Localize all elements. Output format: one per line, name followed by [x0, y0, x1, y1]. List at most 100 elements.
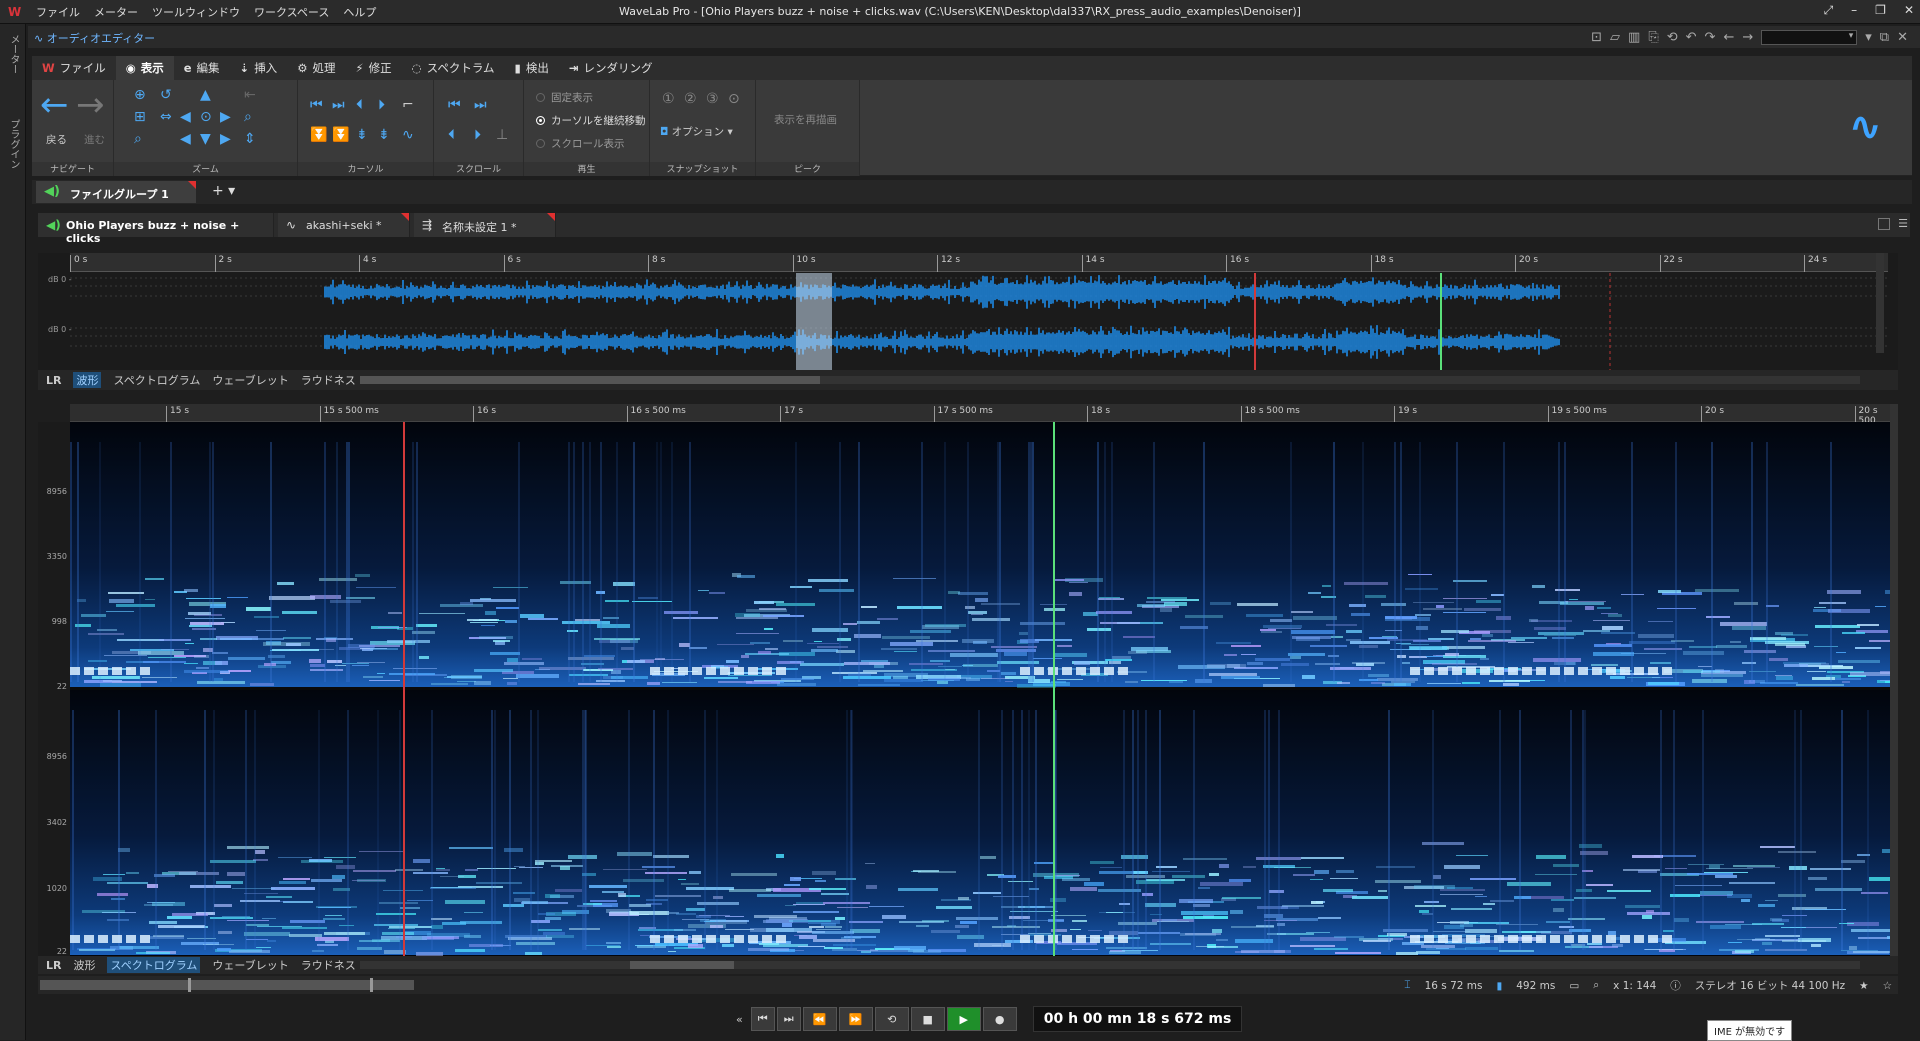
cursor-marker-icon[interactable]: ⌐: [402, 98, 414, 112]
zoom-vertical-icon[interactable]: ⇤: [244, 88, 256, 102]
selection-length[interactable]: 492 ms: [1516, 980, 1555, 992]
zoom-slider-handle[interactable]: [188, 978, 191, 992]
scroll-next-icon[interactable]: ⏵: [474, 128, 481, 142]
zoom-prev-icon[interactable]: ◀: [180, 132, 191, 146]
scroll-start-icon[interactable]: ⏮: [448, 98, 461, 112]
menu-tool-windows[interactable]: ツールウィンドウ: [152, 4, 240, 20]
lr-toggle-top[interactable]: LR: [46, 374, 61, 387]
cursor-position[interactable]: 16 s 72 ms: [1425, 980, 1483, 992]
loop-icon[interactable]: ⟲: [874, 1007, 909, 1031]
zoom-selection-icon[interactable]: ⇔: [160, 110, 172, 124]
zoom-center-icon[interactable]: ⊙: [200, 110, 212, 124]
zoom-undo-icon[interactable]: ↺: [160, 88, 172, 102]
cursor-mark2-icon[interactable]: ⇟: [378, 128, 390, 142]
zoom-magnify-icon[interactable]: ⌕: [134, 132, 142, 146]
stop-icon[interactable]: ■: [910, 1007, 945, 1031]
scroll-lock-icon[interactable]: ⊥: [496, 128, 508, 142]
favorite-star-icon[interactable]: ☆: [1883, 980, 1892, 992]
time-display[interactable]: 00 h 00 mn 18 s 672 ms: [1032, 1006, 1243, 1032]
float-window-icon[interactable]: ⧉: [1880, 30, 1889, 45]
zoom-next-icon[interactable]: ▶: [220, 132, 231, 146]
snapshot-3-icon[interactable]: ③: [706, 92, 719, 106]
tab-waveform-top[interactable]: 波形: [73, 372, 102, 388]
overview-vscroll[interactable]: [1876, 253, 1884, 353]
scroll-end-icon[interactable]: ⏭: [474, 98, 487, 112]
zoom-right-icon[interactable]: ▶: [220, 110, 231, 124]
tab-view[interactable]: ◉ 表示: [115, 56, 174, 80]
tab-spectrogram-bottom[interactable]: スペクトログラム: [107, 957, 201, 973]
add-group-icon[interactable]: + ▾: [212, 183, 235, 199]
maximize-pane-icon[interactable]: [1878, 218, 1890, 230]
spectrogram-view[interactable]: [70, 422, 1892, 957]
cursor-next-icon[interactable]: ⏵: [378, 98, 385, 112]
radio-fixed-view[interactable]: 固定表示: [536, 90, 593, 105]
go-to-start-icon[interactable]: ⏮: [750, 1007, 775, 1031]
meter-strip-label[interactable]: メーター: [6, 34, 21, 74]
menu-meter[interactable]: メーター: [94, 4, 138, 20]
preset-combo[interactable]: ▾: [1761, 30, 1858, 45]
tab-loudness-top[interactable]: ラウドネス: [301, 372, 356, 388]
zoom-in-icon[interactable]: ⊕: [134, 88, 146, 102]
tab-wavelet-top[interactable]: ウェーブレット: [212, 372, 288, 388]
overview-ruler[interactable]: 0 s 2 s 4 s 6 s 8 s 10 s 12 s 14 s 16 s 18 s 20 s 2…: [70, 253, 1888, 272]
monitor-icon[interactable]: ▭: [1569, 980, 1579, 992]
cursor-down2-icon[interactable]: ⏬: [332, 128, 349, 142]
tab-insert[interactable]: ⇣ 挿入: [230, 56, 288, 80]
nav-forward-icon[interactable]: →: [1742, 30, 1753, 45]
redo-icon[interactable]: ↷: [1705, 30, 1716, 45]
cursor-down1-icon[interactable]: ⏬: [310, 128, 327, 142]
fast-forward-icon[interactable]: ⏩: [838, 1007, 873, 1031]
cursor-mark1-icon[interactable]: ⇟: [356, 128, 368, 142]
radio-scroll-view[interactable]: スクロール表示: [536, 136, 625, 151]
lr-toggle-bottom[interactable]: LR: [46, 959, 61, 972]
tab-render[interactable]: ⇥ レンダリング: [559, 56, 663, 80]
detail-ruler[interactable]: 15 s 15 s 500 ms 16 s 16 s 500 ms 17 s 17 s 5…: [70, 404, 1892, 426]
overview-waveform[interactable]: 0 s 2 s 4 s 6 s 8 s 10 s 12 s 14 s 16 s 18 s 20 s 2…: [38, 253, 1898, 373]
record-icon[interactable]: ●: [982, 1007, 1017, 1031]
doc-tab-untitled[interactable]: ⇶ 名称未設定 1 *: [414, 213, 556, 237]
tab-correct[interactable]: ⚡ 修正: [346, 56, 402, 80]
spectrogram-svg[interactable]: [70, 422, 1892, 957]
zoom-find-icon[interactable]: ⌕: [244, 110, 252, 124]
tab-analysis[interactable]: ▮ 検出: [504, 56, 558, 80]
doc-tab-ohio[interactable]: ◀) Ohio Players buzz + noise + clicks: [38, 213, 274, 245]
zoom-fit-icon[interactable]: ⊞: [134, 110, 146, 124]
detail-vscroll[interactable]: [1890, 404, 1898, 956]
menu-help[interactable]: ヘルプ: [343, 4, 376, 20]
new-file-icon[interactable]: ⊡: [1591, 30, 1602, 45]
redraw-button[interactable]: 表示を再描画: [774, 112, 837, 127]
back-arrow-icon[interactable]: ←: [40, 88, 69, 122]
close-editor-icon[interactable]: ✕: [1897, 30, 1908, 45]
nav-back-icon[interactable]: ←: [1723, 30, 1734, 45]
doc-tab-akashi[interactable]: ∿ akashi+seki *: [278, 213, 410, 237]
overview-hscroll[interactable]: [360, 376, 1860, 384]
radio-follow-cursor[interactable]: カーソルを継続移動: [536, 113, 646, 128]
save-as-icon[interactable]: ⎘: [1648, 30, 1658, 45]
file-group-tab[interactable]: ◀) ファイルグループ 1: [36, 181, 196, 203]
menu-file[interactable]: ファイル: [36, 4, 80, 20]
overview-selection[interactable]: [796, 273, 832, 373]
zoom-down-icon[interactable]: ▼: [200, 132, 211, 146]
zoom-up-icon[interactable]: ▲: [200, 88, 211, 102]
tab-loudness-bottom[interactable]: ラウドネス: [301, 957, 356, 973]
spectrogram-channel[interactable]: [70, 690, 1892, 955]
tab-file[interactable]: W ファイル: [32, 56, 116, 80]
open-file-icon[interactable]: ▱: [1610, 30, 1620, 45]
cursor-snap-icon[interactable]: ∿: [402, 128, 414, 142]
save-icon[interactable]: ▥: [1628, 30, 1640, 45]
tab-process[interactable]: ⚙ 処理: [287, 56, 345, 80]
minimize-icon[interactable]: –: [1851, 3, 1857, 18]
menu-chevron-icon[interactable]: ▾: [1865, 30, 1872, 45]
zoom-height-icon[interactable]: ⇕: [244, 132, 256, 146]
undo-icon[interactable]: ↶: [1686, 30, 1697, 45]
tab-wavelet-bottom[interactable]: ウェーブレット: [212, 957, 288, 973]
rewind-icon[interactable]: ⏪: [802, 1007, 837, 1031]
detail-hscroll[interactable]: [360, 961, 1860, 969]
close-icon[interactable]: ✕: [1904, 3, 1914, 18]
collapse-icon[interactable]: «: [736, 1013, 743, 1026]
tab-spectrum[interactable]: ◌ スペクトラム: [402, 56, 505, 80]
audio-format[interactable]: ステレオ 16 ビット 44 100 Hz: [1695, 978, 1845, 993]
snapshot-4-icon[interactable]: ⊙: [728, 92, 740, 106]
forward-arrow-icon[interactable]: →: [76, 88, 105, 122]
overview-wave-svg[interactable]: [70, 273, 1888, 373]
